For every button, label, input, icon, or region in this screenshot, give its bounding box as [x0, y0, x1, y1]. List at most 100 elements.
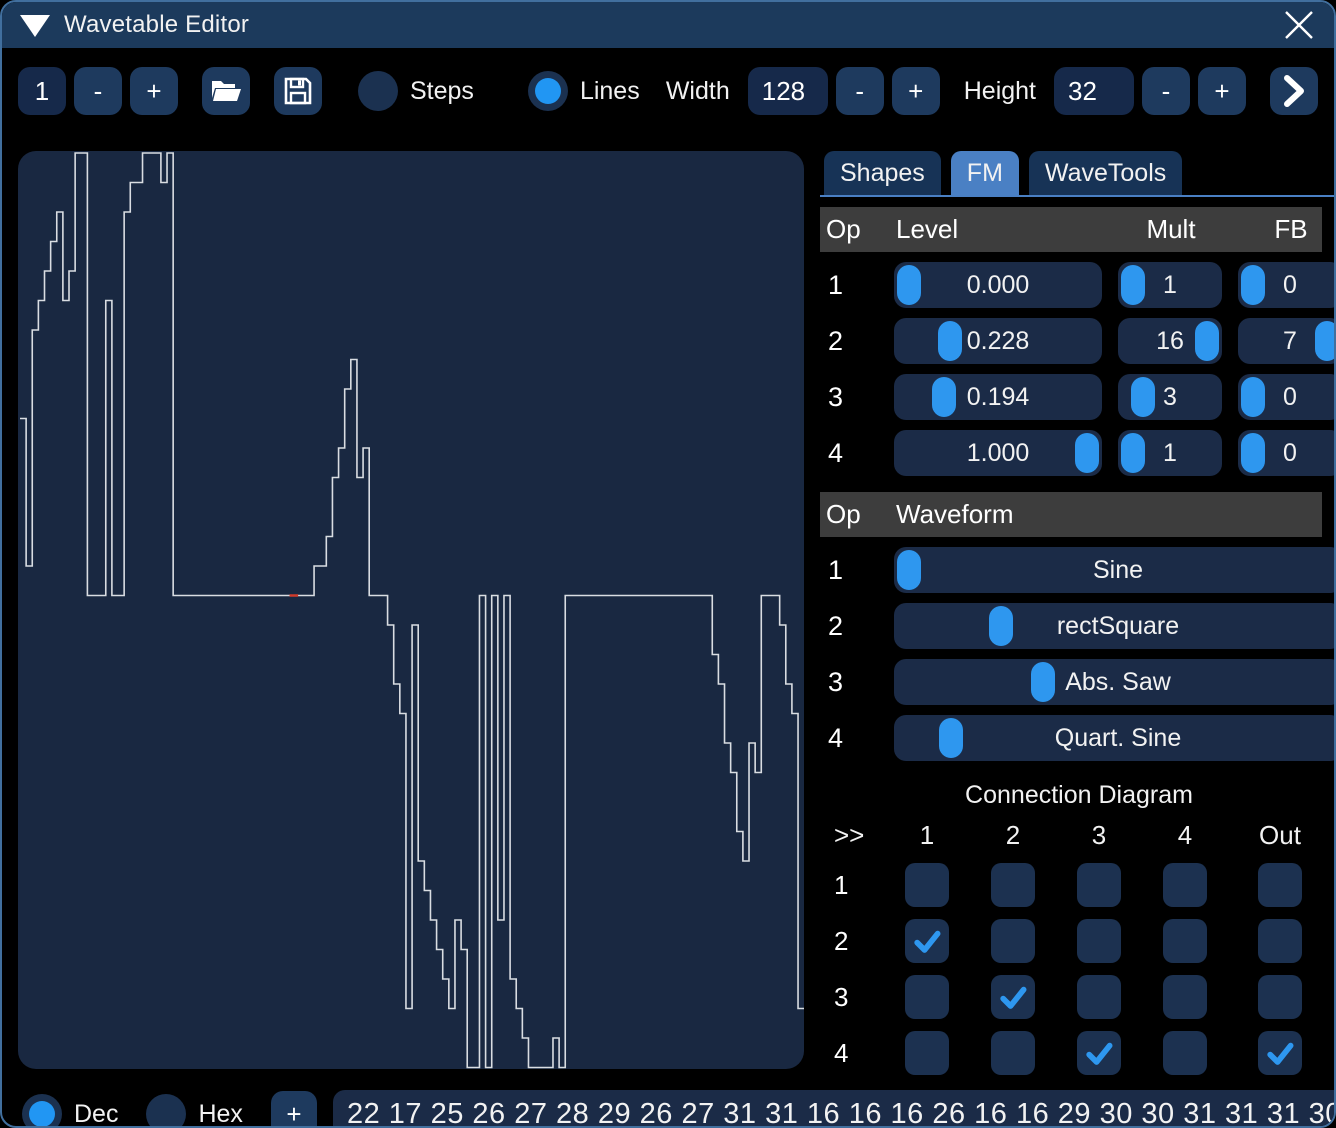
fm-op-number: 3: [824, 382, 878, 413]
height-plus-button[interactable]: +: [1198, 67, 1246, 115]
op3-mult-value: 3: [1118, 374, 1222, 420]
fm-header-mult: Mult: [1118, 214, 1222, 245]
conn-row-label-3: 3: [828, 982, 884, 1013]
op2-level-slider[interactable]: 0.228: [894, 318, 1102, 364]
conn-checkbox-r2-c2[interactable]: [991, 919, 1035, 963]
tab-wavetools[interactable]: WaveTools: [1029, 151, 1182, 195]
op3-level-value: 0.194: [894, 374, 1102, 420]
op3-level-slider[interactable]: 0.194: [894, 374, 1102, 420]
frame-plus-button[interactable]: +: [130, 67, 178, 115]
op4-level-value: 1.000: [894, 430, 1102, 476]
op3-fb-value: 0: [1238, 374, 1336, 420]
wf-op-number: 2: [824, 611, 878, 642]
fm-header-fb: FB: [1238, 214, 1336, 245]
fm-header-op: Op: [824, 214, 878, 245]
conn-checkbox-r2-c4[interactable]: [1163, 919, 1207, 963]
conn-checkbox-r3-c5[interactable]: [1258, 975, 1302, 1019]
conn-header-arrows: >>: [828, 820, 884, 851]
frame-minus-button[interactable]: -: [74, 67, 122, 115]
app-triangle-icon: [20, 15, 50, 37]
conn-header-3: 3: [1056, 820, 1142, 851]
window-title: Wavetable Editor: [64, 11, 249, 39]
close-button[interactable]: [1282, 8, 1316, 42]
width-plus-button[interactable]: +: [892, 67, 940, 115]
hex-radio[interactable]: [146, 1094, 186, 1128]
fm-header-level: Level: [894, 214, 1102, 245]
conn-checkbox-r3-c3[interactable]: [1077, 975, 1121, 1019]
tab-fm[interactable]: FM: [951, 151, 1019, 195]
conn-checkbox-r4-c3[interactable]: [1077, 1031, 1121, 1075]
conn-checkbox-r4-c1[interactable]: [905, 1031, 949, 1075]
width-label: Width: [666, 77, 730, 106]
op3-fb-slider[interactable]: 0: [1238, 374, 1336, 420]
save-floppy-icon: [283, 76, 313, 106]
dec-radio[interactable]: [22, 1094, 62, 1128]
height-minus-button[interactable]: -: [1142, 67, 1190, 115]
conn-checkbox-r4-c5[interactable]: [1258, 1031, 1302, 1075]
op2-fb-slider[interactable]: 7: [1238, 318, 1336, 364]
dec-label: Dec: [74, 1100, 118, 1128]
conn-checkbox-r1-c1[interactable]: [905, 863, 949, 907]
save-button[interactable]: [274, 67, 322, 115]
conn-checkbox-r1-c5[interactable]: [1258, 863, 1302, 907]
op1-mult-slider[interactable]: 1: [1118, 262, 1222, 308]
op1-waveform-name: Sine: [894, 547, 1336, 593]
op2-mult-value: 16: [1118, 318, 1222, 364]
conn-checkbox-r2-c5[interactable]: [1258, 919, 1302, 963]
height-label: Height: [964, 77, 1036, 106]
conn-checkbox-r2-c1[interactable]: [905, 919, 949, 963]
sample-values-readout: 22 17 25 26 27 28 29 26 27 31 31 16 16 1…: [333, 1090, 1334, 1128]
conn-checkbox-r4-c4[interactable]: [1163, 1031, 1207, 1075]
op3-mult-slider[interactable]: 3: [1118, 374, 1222, 420]
hex-label: Hex: [198, 1100, 242, 1128]
fm-op-number: 2: [824, 326, 878, 357]
tab-bar: Shapes FM WaveTools: [820, 151, 1336, 197]
conn-checkbox-r2-c3[interactable]: [1077, 919, 1121, 963]
op1-level-value: 0.000: [894, 262, 1102, 308]
lines-label: Lines: [580, 77, 640, 106]
waveform-plot: [18, 151, 804, 1069]
steps-radio[interactable]: [358, 71, 398, 111]
right-panel: Shapes FM WaveTools Op Level Mult FB 1 0…: [820, 151, 1336, 1075]
op3-waveform-slider[interactable]: Abs. Saw: [894, 659, 1336, 705]
conn-checkbox-r1-c3[interactable]: [1077, 863, 1121, 907]
op4-level-slider[interactable]: 1.000: [894, 430, 1102, 476]
op1-fb-slider[interactable]: 0: [1238, 262, 1336, 308]
wf-header-op: Op: [824, 499, 878, 530]
op4-mult-slider[interactable]: 1: [1118, 430, 1222, 476]
op1-mult-value: 1: [1118, 262, 1222, 308]
waveform-table-header: Op Waveform: [820, 492, 1322, 537]
op2-waveform-slider[interactable]: rectSquare: [894, 603, 1336, 649]
op4-waveform-slider[interactable]: Quart. Sine: [894, 715, 1336, 761]
conn-checkbox-r3-c4[interactable]: [1163, 975, 1207, 1019]
conn-checkbox-r1-c4[interactable]: [1163, 863, 1207, 907]
op1-waveform-slider[interactable]: Sine: [894, 547, 1336, 593]
wf-header-waveform: Waveform: [894, 499, 1336, 530]
width-minus-button[interactable]: -: [836, 67, 884, 115]
wf-op-number: 4: [824, 723, 878, 754]
conn-row-label-2: 2: [828, 926, 884, 957]
conn-checkbox-r1-c2[interactable]: [991, 863, 1035, 907]
conn-checkbox-r4-c2[interactable]: [991, 1031, 1035, 1075]
op2-mult-slider[interactable]: 16: [1118, 318, 1222, 364]
open-file-button[interactable]: [202, 67, 250, 115]
tab-shapes[interactable]: Shapes: [824, 151, 941, 195]
values-plus-button[interactable]: +: [271, 1091, 317, 1128]
conn-header-2: 2: [970, 820, 1056, 851]
conn-checkbox-r3-c2[interactable]: [991, 975, 1035, 1019]
lines-radio[interactable]: [528, 71, 568, 111]
op1-level-slider[interactable]: 0.000: [894, 262, 1102, 308]
next-page-button[interactable]: [1270, 67, 1318, 115]
conn-header-4: 4: [1142, 820, 1228, 851]
conn-checkbox-r3-c1[interactable]: [905, 975, 949, 1019]
op1-fb-value: 0: [1238, 262, 1336, 308]
chevron-right-icon: [1281, 74, 1307, 108]
check-icon: [995, 979, 1031, 1015]
waveform-canvas[interactable]: [18, 151, 804, 1069]
fm-table-header: Op Level Mult FB: [820, 207, 1322, 252]
op4-waveform-name: Quart. Sine: [894, 715, 1336, 761]
op2-level-value: 0.228: [894, 318, 1102, 364]
op4-fb-value: 0: [1238, 430, 1336, 476]
op2-waveform-name: rectSquare: [894, 603, 1336, 649]
op4-fb-slider[interactable]: 0: [1238, 430, 1336, 476]
